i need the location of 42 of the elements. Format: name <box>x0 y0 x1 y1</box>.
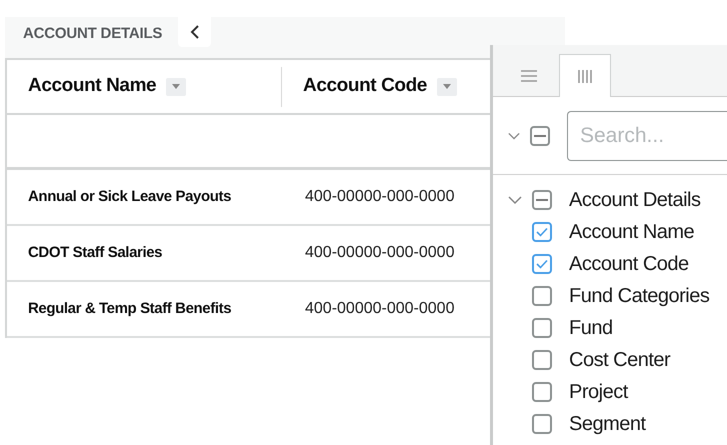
chevron-icon[interactable] <box>508 130 520 140</box>
column-label[interactable]: Fund Categories <box>569 281 710 311</box>
checkbox[interactable] <box>532 414 552 434</box>
table-cell-text: Annual or Sick Leave Payouts <box>27 186 232 207</box>
column-label[interactable]: Account Code <box>569 249 689 279</box>
checkbox[interactable] <box>532 222 552 242</box>
search-field[interactable]: Search... <box>567 110 727 160</box>
menu-icon <box>521 70 537 82</box>
checkbox[interactable] <box>532 254 552 274</box>
column-label[interactable]: Cost Center <box>569 345 670 375</box>
columns-icon <box>578 70 592 82</box>
table-cell-text: 400-00000-000-0000 <box>304 243 454 263</box>
column-header[interactable]: Account Name <box>28 72 156 101</box>
dash-icon <box>534 134 546 136</box>
table-cell-text: Regular & Temp Staff Benefits <box>27 298 232 319</box>
checkbox[interactable] <box>532 190 552 210</box>
column-menu-button[interactable] <box>166 78 186 96</box>
checkbox[interactable] <box>532 286 552 306</box>
column-label[interactable]: Fund <box>569 313 613 343</box>
check-icon <box>536 259 548 269</box>
column-label[interactable]: Account Name <box>569 217 694 247</box>
caret-icon <box>442 84 451 89</box>
checkbox[interactable] <box>532 350 552 370</box>
column-label[interactable]: Segment <box>569 409 646 439</box>
dash-icon <box>536 199 548 201</box>
table-cell-text: CDOT Staff Salaries <box>27 242 164 263</box>
checkbox[interactable] <box>530 126 550 146</box>
checkbox[interactable] <box>532 382 552 402</box>
column-header[interactable]: Account Code <box>303 72 427 101</box>
caret-icon <box>172 84 180 89</box>
check-icon <box>536 227 548 237</box>
chevron-icon[interactable] <box>508 195 522 205</box>
column-label[interactable]: Project <box>569 377 628 407</box>
table-cell-text: 400-00000-000-0000 <box>304 187 454 207</box>
table-cell-text: 400-00000-000-0000 <box>304 299 454 319</box>
panel-title: ACCOUNT DETAILS <box>22 24 162 44</box>
column-label[interactable]: Account Details <box>569 185 700 215</box>
checkbox[interactable] <box>532 318 552 338</box>
chevron-left-icon <box>190 25 200 39</box>
collapse-button[interactable] <box>178 17 212 47</box>
column-menu-button[interactable] <box>436 78 457 96</box>
panel-tab[interactable] <box>559 54 611 97</box>
